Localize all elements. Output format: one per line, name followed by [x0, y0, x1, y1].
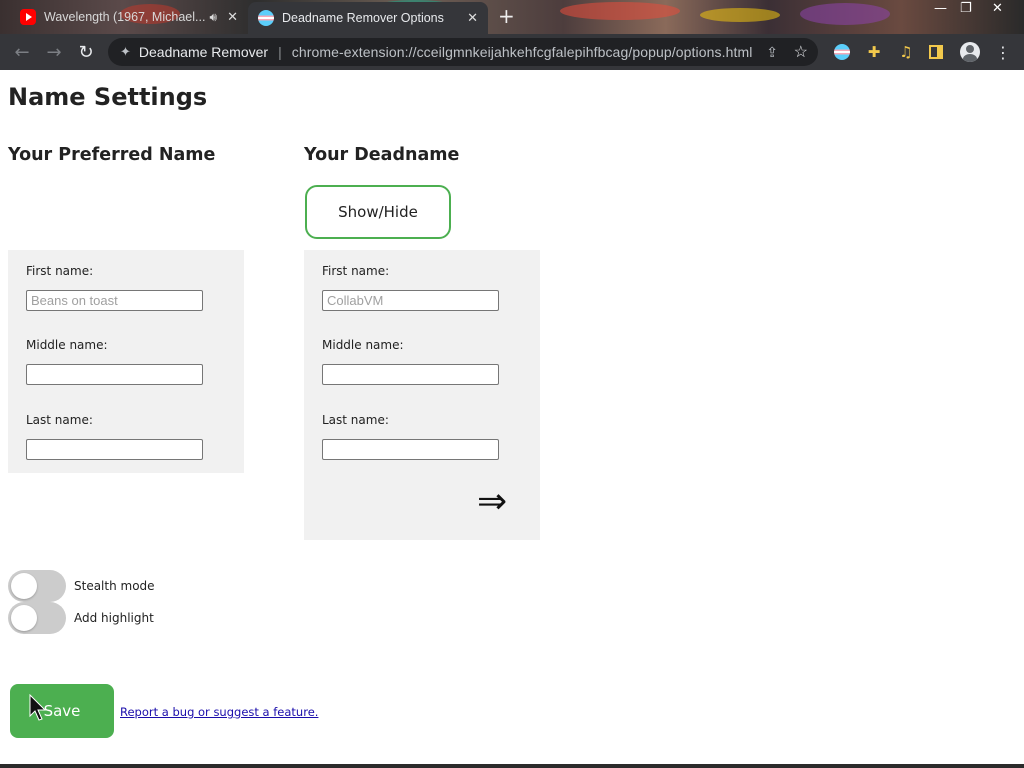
wallpaper-splash	[800, 3, 890, 25]
share-icon[interactable]: ⇪	[766, 44, 778, 61]
media-control-icon[interactable]: ♫	[897, 43, 915, 61]
deadname-last-name-input[interactable]	[322, 439, 499, 460]
browser-toolbar: ← → ↻ ✦ Deadname Remover | chrome-extens…	[0, 34, 1024, 70]
reload-icon[interactable]: ↻	[70, 36, 102, 68]
toggle-knob	[11, 573, 37, 599]
new-tab-icon[interactable]: +	[498, 6, 515, 26]
deadname-remover-extension-icon[interactable]	[834, 44, 850, 60]
preferred-first-name-input[interactable]	[26, 290, 203, 311]
wallpaper-splash	[700, 8, 780, 22]
bookmark-star-icon[interactable]: ☆	[794, 42, 808, 62]
middle-name-label: Middle name:	[322, 338, 404, 352]
preferred-middle-name-input[interactable]	[26, 364, 203, 385]
divider: |	[278, 44, 282, 60]
show-hide-button[interactable]: Show/Hide	[305, 185, 451, 239]
back-icon[interactable]: ←	[6, 36, 38, 68]
close-icon[interactable]: ✕	[467, 10, 478, 26]
wallpaper-splash	[560, 2, 680, 20]
report-bug-link[interactable]: Report a bug or suggest a feature.	[120, 705, 318, 719]
last-name-label: Last name:	[322, 413, 389, 427]
preferred-last-name-input[interactable]	[26, 439, 203, 460]
profile-avatar-icon[interactable]	[960, 42, 980, 62]
speaker-icon[interactable]: 🔊︎	[210, 10, 218, 25]
extension-puzzle-icon: ✦	[120, 44, 131, 59]
restore-icon[interactable]: ❐	[960, 1, 972, 16]
stealth-mode-label: Stealth mode	[74, 579, 155, 593]
tab-title: Deadname Remover Options	[282, 11, 444, 25]
tab-title: Wavelength (1967, Michael...	[44, 10, 206, 24]
close-icon[interactable]: ✕	[227, 9, 238, 25]
tab-youtube[interactable]: Wavelength (1967, Michael... 🔊︎ ✕	[12, 2, 248, 32]
middle-name-label: Middle name:	[26, 338, 108, 352]
add-highlight-label: Add highlight	[74, 611, 154, 625]
forward-icon[interactable]: →	[38, 36, 70, 68]
trans-flag-icon	[258, 10, 274, 26]
last-name-label: Last name:	[26, 413, 93, 427]
close-window-icon[interactable]: ✕	[992, 1, 1003, 16]
deadname-panel: First name: Middle name: Last name: ⇒	[304, 250, 540, 540]
deadname-middle-name-input[interactable]	[322, 364, 499, 385]
page-title: Name Settings	[8, 83, 208, 111]
double-arrow-icon[interactable]: ⇒	[477, 482, 507, 522]
mouse-cursor-icon	[29, 694, 47, 721]
deadname-first-name-input[interactable]	[322, 290, 499, 311]
site-name: Deadname Remover	[138, 44, 269, 60]
save-button[interactable]: Save	[10, 684, 114, 738]
url-text: chrome-extension://cceilgmnkeijahkehfcgf…	[291, 44, 753, 60]
side-panel-icon[interactable]	[929, 45, 943, 59]
youtube-icon	[20, 9, 36, 25]
add-highlight-toggle-row[interactable]: Add highlight	[8, 602, 154, 634]
taskbar-edge	[0, 764, 1024, 768]
toggle-knob	[11, 605, 37, 631]
tab-deadname-remover-options[interactable]: Deadname Remover Options ✕	[248, 2, 488, 34]
extensions-puzzle-icon[interactable]: ✚	[865, 43, 883, 61]
add-highlight-toggle[interactable]	[8, 602, 66, 634]
stealth-mode-toggle-row[interactable]: Stealth mode	[8, 570, 155, 602]
minimize-icon[interactable]: —	[934, 1, 947, 16]
stealth-mode-toggle[interactable]	[8, 570, 66, 602]
browser-tabstrip: Wavelength (1967, Michael... 🔊︎ ✕ Deadna…	[0, 0, 1024, 34]
address-bar[interactable]: ✦ Deadname Remover | chrome-extension://…	[108, 38, 818, 66]
options-page: Name Settings Your Preferred Name Your D…	[0, 70, 1024, 764]
deadname-heading: Your Deadname	[304, 145, 460, 165]
kebab-menu-icon[interactable]: ⋮	[994, 43, 1012, 62]
first-name-label: First name:	[322, 264, 390, 278]
preferred-name-heading: Your Preferred Name	[8, 145, 216, 165]
first-name-label: First name:	[26, 264, 94, 278]
preferred-name-panel: First name: Middle name: Last name:	[8, 250, 244, 473]
